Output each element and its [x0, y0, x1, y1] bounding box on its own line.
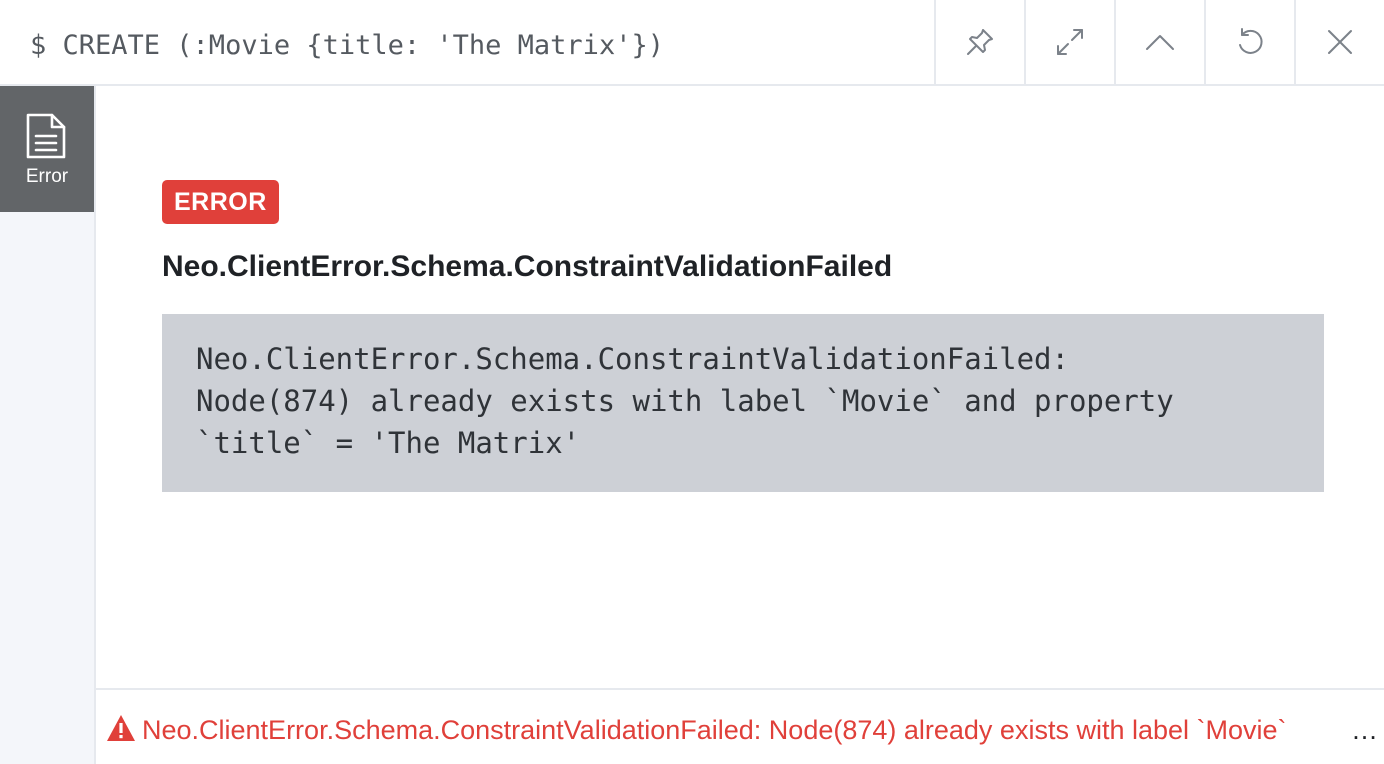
status-message: Neo.ClientError.Schema.ConstraintValidat…: [142, 715, 1287, 745]
error-view: ERROR Neo.ClientError.Schema.ConstraintV…: [96, 86, 1384, 688]
query-command[interactable]: $ CREATE (:Movie {title: 'The Matrix'}): [30, 26, 664, 66]
result-frame: $ CREATE (:Movie {title: 'The Matrix'}): [0, 0, 1384, 764]
tab-error-label: Error: [25, 166, 69, 187]
status-bar: Neo.ClientError.Schema.ConstraintValidat…: [96, 688, 1384, 764]
frame-actions: [934, 0, 1384, 84]
close-icon: [1328, 30, 1352, 54]
fullscreen-button[interactable]: [1024, 0, 1114, 84]
rerun-icon: [1239, 28, 1263, 54]
close-button[interactable]: [1294, 0, 1384, 84]
error-message-box: Neo.ClientError.Schema.ConstraintValidat…: [162, 314, 1324, 492]
collapse-button[interactable]: [1114, 0, 1204, 84]
tab-error[interactable]: Error: [0, 86, 94, 212]
document-icon: [25, 112, 67, 160]
collapse-icon: [1146, 35, 1174, 50]
fullscreen-icon: [1057, 29, 1083, 55]
frame-header: $ CREATE (:Movie {title: 'The Matrix'}): [0, 0, 1384, 86]
error-badge: ERROR: [162, 180, 279, 224]
pin-button[interactable]: [934, 0, 1024, 84]
view-sidebar: Error: [0, 86, 96, 764]
error-message: Neo.ClientError.Schema.ConstraintValidat…: [196, 342, 1174, 460]
error-code: Neo.ClientError.Schema.ConstraintValidat…: [162, 250, 893, 283]
pin-icon: [967, 29, 993, 55]
status-expand-button[interactable]: …: [1351, 712, 1378, 748]
rerun-button[interactable]: [1204, 0, 1294, 84]
warning-icon: [106, 714, 136, 742]
